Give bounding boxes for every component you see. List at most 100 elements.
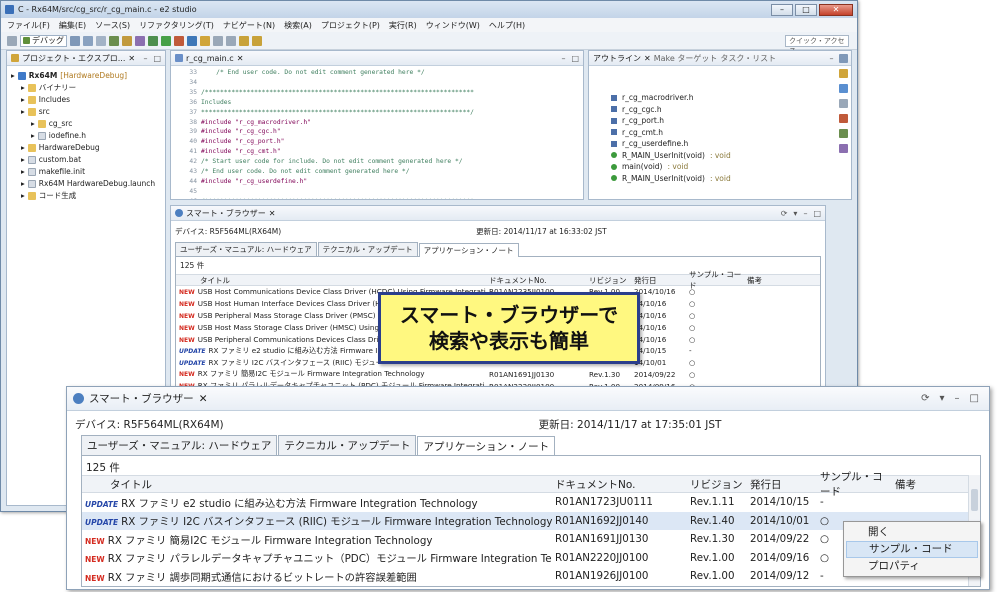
menu-item[interactable]: 実行(R) (389, 20, 417, 31)
column-header[interactable]: ドキュメントNo. (552, 477, 687, 492)
menu-icon[interactable]: ▾ (940, 393, 945, 404)
view-icon[interactable] (838, 114, 848, 123)
document-tab[interactable]: テクニカル・アップデート (317, 242, 418, 256)
tree-item[interactable]: ▸ makefile.init (11, 166, 165, 178)
document-tab[interactable]: アプリケーション・ノート (417, 436, 556, 456)
tree-item[interactable]: ▸ HardwareDebug (11, 142, 165, 154)
view-icon[interactable] (838, 99, 848, 108)
minimize-icon[interactable]: – (561, 54, 565, 63)
folder-open-icon[interactable] (200, 35, 210, 46)
expand-arrow-icon[interactable]: ▸ (21, 106, 25, 118)
make-target-tab[interactable]: Make ターゲット (654, 53, 718, 64)
column-header[interactable]: 備考 (892, 477, 942, 492)
next-annotation-icon[interactable] (213, 35, 223, 46)
context-menu-item[interactable]: 開く (846, 524, 978, 541)
tree-item[interactable]: ▸ Rx64M [HardwareDebug] (11, 70, 165, 82)
maximize-icon[interactable]: □ (970, 393, 979, 404)
tree-item[interactable]: ▸ コード生成 (11, 190, 165, 202)
outline-item[interactable]: r_cg_port.h (611, 115, 851, 127)
minimize-icon[interactable]: – (955, 393, 960, 404)
step-icon[interactable] (187, 35, 197, 46)
menu-item[interactable]: ナビゲート(N) (223, 20, 275, 31)
expand-arrow-icon[interactable]: ▸ (21, 178, 25, 190)
document-tab[interactable]: テクニカル・アップデート (278, 435, 417, 455)
back-icon[interactable] (239, 35, 249, 46)
tree-item[interactable]: ▸ Rx64M HardwareDebug.launch (11, 178, 165, 190)
menu-item[interactable]: 検索(A) (284, 20, 312, 31)
document-tab[interactable]: アプリケーション・ノート (418, 243, 519, 257)
scrollbar-thumb[interactable] (971, 489, 978, 511)
column-header[interactable]: タイトル (176, 275, 486, 286)
close-tab-icon[interactable]: ✕ (199, 393, 208, 405)
menu-item[interactable]: ヘルプ(H) (489, 20, 525, 31)
hammer-icon[interactable] (122, 35, 132, 46)
tree-item[interactable]: ▸ custom.bat (11, 154, 165, 166)
project-explorer-tab[interactable]: プロジェクト・エクスプロ... ✕ – □ (7, 51, 165, 66)
context-menu-item[interactable]: サンプル・コード (846, 541, 978, 558)
minimize-button[interactable]: – (771, 3, 793, 16)
table-row[interactable]: NEW RX ファミリ 簡易I2C モジュール Firmware Integrat… (176, 369, 820, 381)
column-header[interactable]: タイトル (82, 477, 552, 492)
close-tab-icon[interactable]: ✕ (269, 209, 276, 218)
document-tab[interactable]: ユーザーズ・マニュアル: ハードウェア (81, 435, 278, 455)
close-tab-icon[interactable]: ✕ (237, 54, 244, 63)
expand-arrow-icon[interactable]: ▸ (21, 94, 25, 106)
column-header[interactable]: リビジョン (687, 477, 747, 492)
column-header[interactable]: ドキュメントNo. (486, 275, 586, 286)
menu-item[interactable]: ウィンドウ(W) (426, 20, 480, 31)
tree-item[interactable]: ▸ Includes (11, 94, 165, 106)
expand-arrow-icon[interactable]: ▸ (21, 154, 25, 166)
table-row[interactable]: UPDATE RX ファミリ e2 studio に組み込む方法 Firmware… (82, 493, 980, 512)
minimize-icon[interactable]: – (143, 54, 147, 63)
minimize-icon[interactable]: – (803, 209, 807, 218)
close-button[interactable]: ✕ (819, 3, 853, 16)
expand-arrow-icon[interactable]: ▸ (21, 190, 25, 202)
view-icon[interactable] (838, 69, 848, 78)
menu-item[interactable]: ファイル(F) (7, 20, 50, 31)
search-icon[interactable] (135, 35, 145, 46)
outline-tab[interactable]: アウトライン (593, 53, 641, 64)
new-icon[interactable] (70, 35, 80, 46)
expand-arrow-icon[interactable]: ▸ (11, 70, 15, 82)
refresh-icon[interactable]: ⟳ (921, 393, 929, 404)
maximize-icon[interactable]: □ (153, 54, 161, 63)
smart-browser-tab-large[interactable]: スマート・ブラウザー ✕ ⟳ ▾ – □ (67, 387, 989, 411)
view-icon[interactable] (838, 129, 848, 138)
tree-item[interactable]: ▸ cg_src (11, 118, 165, 130)
column-header[interactable]: サンプル・コード (817, 469, 892, 499)
view-icon[interactable] (838, 54, 848, 63)
menu-item[interactable]: プロジェクト(P) (321, 20, 380, 31)
prev-annotation-icon[interactable] (226, 35, 236, 46)
code-area[interactable]: 33 /* End user code. Do not edit comment… (171, 66, 583, 199)
quick-access-input[interactable]: クイック・アクセス (785, 34, 849, 55)
column-header[interactable]: リビジョン (586, 275, 631, 286)
outline-item[interactable]: r_cg_userdefine.h (611, 138, 851, 150)
expand-arrow-icon[interactable]: ▸ (21, 142, 25, 154)
expand-arrow-icon[interactable]: ▸ (31, 130, 35, 142)
outline-item[interactable]: r_cg_cmt.h (611, 127, 851, 139)
outline-item[interactable]: R_MAIN_UserInit(void) : void (611, 173, 851, 185)
tree-item[interactable]: ▸ バイナリー (11, 82, 165, 94)
debug-run-icon[interactable] (161, 35, 171, 46)
context-menu-item[interactable]: プロパティ (846, 558, 978, 575)
table-row[interactable]: UPDATERXファミリ SRCモジュール（英語版）Firmware Integ… (82, 586, 980, 590)
debug-perspective-button[interactable]: デバッグ (20, 34, 67, 47)
outline-item[interactable]: r_cg_cgc.h (611, 104, 851, 116)
build-icon[interactable] (109, 35, 119, 46)
document-tab[interactable]: ユーザーズ・マニュアル: ハードウェア (175, 242, 317, 256)
maximize-icon[interactable]: □ (813, 209, 821, 218)
forward-icon[interactable] (252, 35, 262, 46)
menu-item[interactable]: ソース(S) (95, 20, 130, 31)
outline-item[interactable]: R_MAIN_UserInit(void) : void (611, 150, 851, 162)
menu-item[interactable]: 編集(E) (59, 20, 86, 31)
task-list-tab[interactable]: タスク・リスト (720, 53, 776, 64)
refresh-icon[interactable]: ⟳ (781, 209, 788, 218)
outline-item[interactable]: r_cg_macrodriver.h (611, 92, 851, 104)
outline-item[interactable]: main(void) : void (611, 161, 851, 173)
view-icon[interactable] (838, 84, 848, 93)
tree-item[interactable]: ▸ iodefine.h (11, 130, 165, 142)
close-tab-icon[interactable]: ✕ (128, 54, 135, 63)
maximize-button[interactable]: □ (795, 3, 817, 16)
column-header[interactable]: 発行日 (747, 477, 817, 492)
minimize-icon[interactable]: – (829, 54, 833, 63)
